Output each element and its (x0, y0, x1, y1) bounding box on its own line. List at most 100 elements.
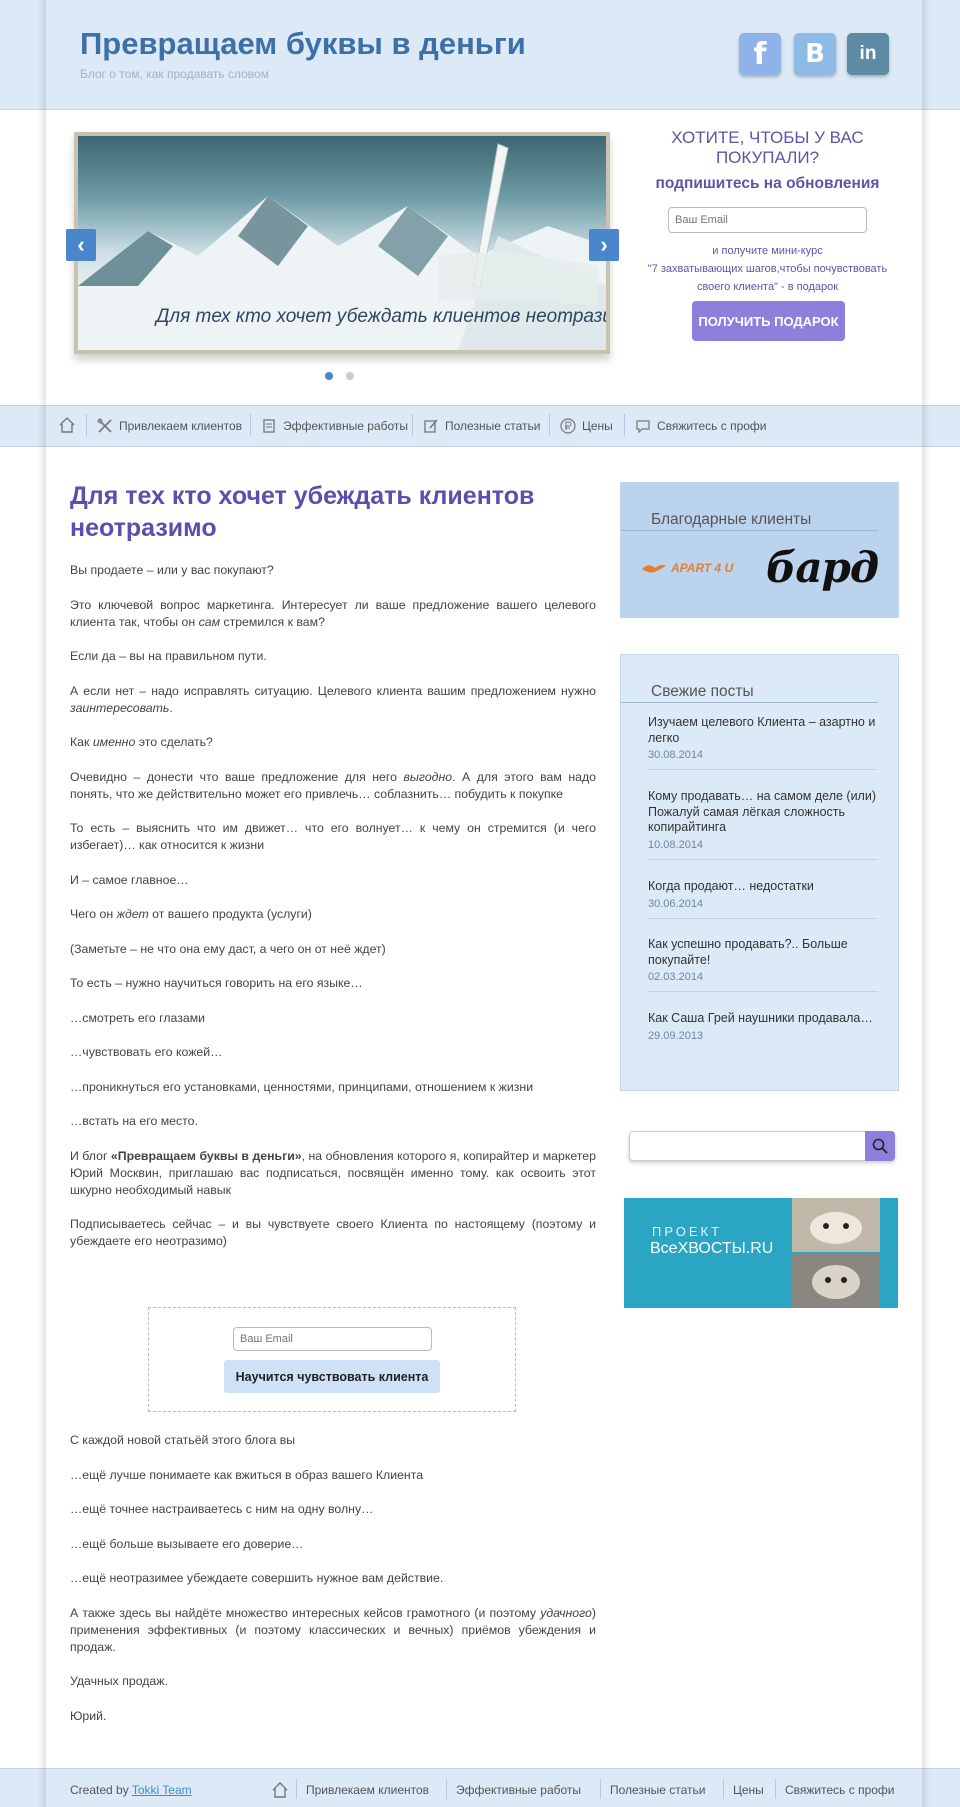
nav-divider (86, 414, 87, 436)
emphasis: выгодно (403, 769, 453, 784)
nav-item-works[interactable]: Эффективные работы (261, 418, 408, 434)
linkedin-icon[interactable]: in (847, 33, 889, 75)
footer-home-icon[interactable] (271, 1781, 289, 1799)
footer-nav-clients[interactable]: Привлекаем клиентов (306, 1783, 429, 1797)
subscribe-note-line: "7 захватывающих шагов,чтобы почувствова… (647, 263, 888, 275)
facebook-icon[interactable]: f (739, 33, 781, 75)
post-date: 30.06.2014 (648, 897, 704, 910)
vsehvosty-banner[interactable]: ПРОЕКТ ВсеХВОСТЫ.RU (624, 1198, 898, 1308)
paragraph: …смотреть его глазами (70, 1010, 206, 1025)
paragraph: Чего он ждет от вашего продукта (услуги) (70, 906, 596, 923)
text: Как (70, 735, 93, 749)
emphasis: сам (198, 614, 220, 629)
paragraph: Юрий. (70, 1708, 107, 1723)
footer-divider (723, 1779, 724, 1799)
paragraph: А также здесь вы найдёте множество интер… (70, 1605, 596, 1656)
client-logo-text: APART 4 U (671, 561, 734, 575)
client-logo-apart[interactable]: APART 4 U (641, 561, 733, 575)
text: Чего он (70, 907, 117, 921)
emphasis: удачного (540, 1605, 592, 1620)
banner-line1: ПРОЕКТ (652, 1224, 723, 1239)
nav-item-contact[interactable]: Свяжитесь с профи (635, 418, 767, 434)
hero-slider[interactable]: Для тех кто хочет убеждать клиентов неот… (74, 132, 610, 354)
get-gift-button[interactable]: ПОЛУЧИТЬ ПОДАРОК (692, 301, 845, 341)
dog-photos-image (792, 1198, 880, 1308)
nav-label: Полезные статьи (445, 419, 541, 433)
paragraph: …ещё больше вызываете его доверие… (70, 1536, 304, 1551)
recent-post-link[interactable]: Кому продавать… на самом деле (или) Пожа… (648, 789, 878, 836)
paragraph: И блог «Превращаем буквы в деньги», на о… (70, 1148, 596, 1199)
subscribe-subheading: подпишитесь на обновления (655, 175, 880, 192)
slider-next-arrow[interactable]: › (589, 229, 619, 261)
nav-item-clients[interactable]: Привлекаем клиентов (97, 418, 242, 434)
emphasis: ждет (116, 907, 149, 921)
search-icon (872, 1138, 888, 1154)
text: от вашего продукта (услуги) (148, 907, 312, 921)
blog-name-bold: «Превращаем буквы в деньги» (110, 1148, 302, 1163)
slider-dot[interactable] (346, 372, 354, 380)
site-title[interactable]: Превращаем буквы в деньги (80, 26, 526, 62)
slider-prev-arrow[interactable]: ‹ (66, 229, 96, 261)
footer-nav-works[interactable]: Эффективные работы (456, 1783, 581, 1797)
paragraph: (Заметьте – не что она ему даст, а чего … (70, 941, 386, 956)
recent-post-link[interactable]: Как успешно продавать?.. Больше покупайт… (648, 937, 878, 968)
document-icon (263, 419, 275, 433)
paragraph: Если да – вы на правильном пути. (70, 649, 267, 663)
slider-dot-active[interactable] (325, 372, 333, 380)
vk-icon[interactable]: B (794, 33, 836, 75)
emphasis: именно (92, 735, 136, 749)
post-date: 29.09.2013 (648, 1029, 704, 1042)
text: . (169, 700, 173, 715)
optin-submit-button[interactable]: Научится чувствовать клиента (224, 1360, 440, 1393)
ruble-icon (560, 418, 576, 434)
text: Очевидно – донести что ваше предложение … (70, 769, 404, 784)
tools-icon (97, 418, 112, 433)
paragraph: Как именно это сделать? (70, 734, 596, 751)
recent-post-link[interactable]: Изучаем целевого Клиента – азартно и лег… (648, 715, 878, 746)
nav-divider (412, 414, 413, 436)
search-button[interactable] (865, 1131, 895, 1161)
text: А также здесь вы найдёте множество интер… (70, 1605, 541, 1620)
footer-nav-articles[interactable]: Полезные статьи (610, 1783, 705, 1797)
optin-email-input[interactable] (233, 1327, 432, 1351)
text: это сделать? (135, 735, 213, 749)
slider-caption: Для тех кто хочет убеждать клиентов неот… (156, 306, 610, 327)
nav-item-prices[interactable]: Цены (560, 418, 613, 434)
footer-divider (296, 1779, 297, 1799)
tokki-team-link[interactable]: Tokki Team (132, 1783, 192, 1797)
widget-title: Свежие посты (621, 655, 878, 703)
subscribe-email-input[interactable] (668, 207, 867, 233)
recent-post-link[interactable]: Как Саша Грей наушники продавала… (648, 1011, 878, 1027)
nav-divider (250, 414, 251, 436)
post-title: Для тех кто хочет убеждать клиентов неот… (70, 482, 535, 542)
footer-divider (775, 1779, 776, 1799)
text: стремился к вам? (220, 614, 325, 629)
banner-line2: ВсеХВОСТЫ.RU (650, 1240, 774, 1257)
client-logo-bard[interactable]: бард (766, 543, 879, 592)
emphasis: заинтересовать (70, 700, 170, 715)
footer-nav-prices[interactable]: Цены (733, 1783, 764, 1797)
subscribe-note-line: и получите мини-курс (712, 245, 823, 257)
nav-divider (624, 414, 625, 436)
paragraph: Удачных продаж. (70, 1674, 168, 1688)
recent-post-link[interactable]: Когда продают… недостатки (648, 879, 878, 895)
nav-item-articles[interactable]: Полезные статьи (423, 418, 540, 434)
footer-divider (446, 1779, 447, 1799)
post-body-continued: С каждой новой статьёй этого блога вы …е… (70, 1432, 596, 1742)
footer-credit-text: Created by (70, 1783, 132, 1797)
paragraph: …ещё точнее настраиваетесь с ним на одну… (70, 1502, 374, 1516)
paragraph: Подписываетесь сейчас – и вы чувствуете … (70, 1217, 596, 1248)
post-date: 10.08.2014 (648, 838, 704, 851)
footer-divider (600, 1779, 601, 1799)
search-input[interactable] (629, 1131, 895, 1161)
footer-nav-contact[interactable]: Свяжитесь с профи (785, 1783, 895, 1797)
home-icon[interactable] (58, 416, 76, 434)
paragraph: …ещё лучше понимаете как вжиться в образ… (70, 1467, 424, 1482)
clients-widget: Благодарные клиенты APART 4 U бард (620, 482, 899, 618)
paragraph: …чувствовать его кожей… (70, 1045, 223, 1059)
widget-title: Благодарные клиенты (621, 483, 878, 531)
nav-label: Привлекаем клиентов (119, 419, 243, 433)
paragraph: Это ключевой вопрос маркетинга. Интересу… (70, 597, 596, 631)
nav-label: Свяжитесь с профи (657, 419, 767, 433)
paragraph: …ещё неотразимее убеждаете совершить нуж… (70, 1571, 444, 1585)
